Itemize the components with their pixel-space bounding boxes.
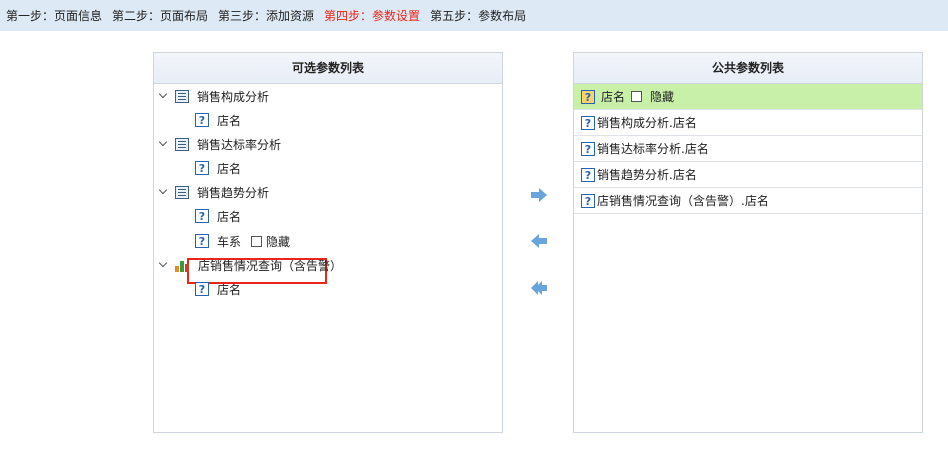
- panel-title: 公共参数列表: [574, 53, 922, 84]
- question-icon: ?: [581, 141, 595, 156]
- tree-node-label: 店销售情况查询（含告警）: [198, 258, 343, 273]
- chevron-down-icon[interactable]: [159, 139, 169, 149]
- question-icon: ?: [195, 209, 209, 223]
- report-icon: [175, 137, 189, 151]
- chevron-down-icon[interactable]: [159, 187, 169, 197]
- tree-node-report[interactable]: 店销售情况查询（含告警）: [159, 255, 342, 275]
- hide-label: 隐藏: [266, 234, 291, 249]
- question-icon: ?: [195, 113, 209, 127]
- tree-leaf-param[interactable]: ? 车系 隐藏: [195, 231, 290, 251]
- question-icon: ?: [195, 161, 209, 175]
- chevron-down-icon[interactable]: [159, 91, 169, 101]
- chevron-down-icon[interactable]: [159, 260, 169, 270]
- question-icon: ?: [581, 89, 595, 104]
- tree-node-label: 销售趋势分析: [197, 185, 270, 200]
- arrow-right-icon[interactable]: [530, 188, 548, 202]
- question-icon: ?: [195, 282, 209, 296]
- param-label: 店名: [217, 161, 242, 176]
- tree-node-label: 销售达标率分析: [197, 137, 282, 152]
- question-icon: ?: [581, 167, 595, 182]
- tree-leaf-param[interactable]: ? 店名: [195, 158, 241, 178]
- param-label: 店名: [217, 113, 242, 128]
- wizard-steps: 第一步：页面信息 第二步：页面布局 第三步：添加资源 第四步：参数设置 第五步：…: [0, 0, 948, 31]
- param-label: 店名: [601, 90, 626, 104]
- tree-node-label: 销售构成分析: [197, 89, 270, 104]
- tree-leaf-param[interactable]: ? 店名: [195, 110, 241, 130]
- double-arrow-left-icon[interactable]: [530, 281, 548, 295]
- report-icon: [175, 185, 189, 199]
- hide-label: 隐藏: [650, 90, 675, 104]
- question-icon: ?: [195, 234, 209, 248]
- tree-leaf-param[interactable]: ? 店名: [195, 206, 241, 226]
- bar-chart-icon: [175, 258, 191, 272]
- param-label: 车系: [217, 234, 242, 249]
- tree-node-report[interactable]: 销售构成分析: [159, 86, 269, 106]
- available-params-panel: 可选参数列表 销售构成分析 ? 店名 销售达标率分析 ? 店名 销售趋势分析 ?…: [153, 52, 503, 433]
- arrow-left-icon[interactable]: [530, 234, 548, 248]
- param-row[interactable]: ? 店销售情况查询（含告警）.店名: [574, 188, 922, 214]
- report-icon: [175, 89, 189, 103]
- panel-title: 可选参数列表: [154, 53, 502, 84]
- param-row[interactable]: ? 销售达标率分析.店名: [574, 136, 922, 162]
- tree-node-report[interactable]: 销售达标率分析: [159, 134, 281, 154]
- question-icon: ?: [581, 193, 595, 208]
- param-row[interactable]: ? 销售构成分析.店名: [574, 110, 922, 136]
- param-label: 店名: [217, 209, 242, 224]
- step-4[interactable]: 第四步：参数设置: [324, 7, 420, 24]
- tree-leaf-param[interactable]: ? 店名: [195, 279, 241, 299]
- param-row-label: 销售趋势分析.店名: [597, 168, 697, 182]
- param-row-label: 销售构成分析.店名: [597, 116, 697, 130]
- step-3[interactable]: 第三步：添加资源: [218, 7, 314, 24]
- hide-checkbox[interactable]: [631, 91, 643, 102]
- step-2[interactable]: 第二步：页面布局: [112, 7, 208, 24]
- param-row-label: 店销售情况查询（含告警）.店名: [597, 194, 769, 208]
- question-icon: ?: [581, 115, 595, 130]
- selected-param-row[interactable]: ? 店名 隐藏: [574, 84, 922, 110]
- step-5[interactable]: 第五步：参数布局: [430, 7, 526, 24]
- step-1[interactable]: 第一步：页面信息: [6, 7, 102, 24]
- param-row[interactable]: ? 销售趋势分析.店名: [574, 162, 922, 188]
- tree-node-report[interactable]: 销售趋势分析: [159, 182, 269, 202]
- public-params-panel: 公共参数列表 ? 店名 隐藏 ? 销售构成分析.店名 ? 销售达标率分析.店名 …: [573, 52, 923, 433]
- param-row-label: 销售达标率分析.店名: [597, 142, 709, 156]
- hide-checkbox[interactable]: [251, 235, 263, 247]
- param-label: 店名: [217, 282, 242, 297]
